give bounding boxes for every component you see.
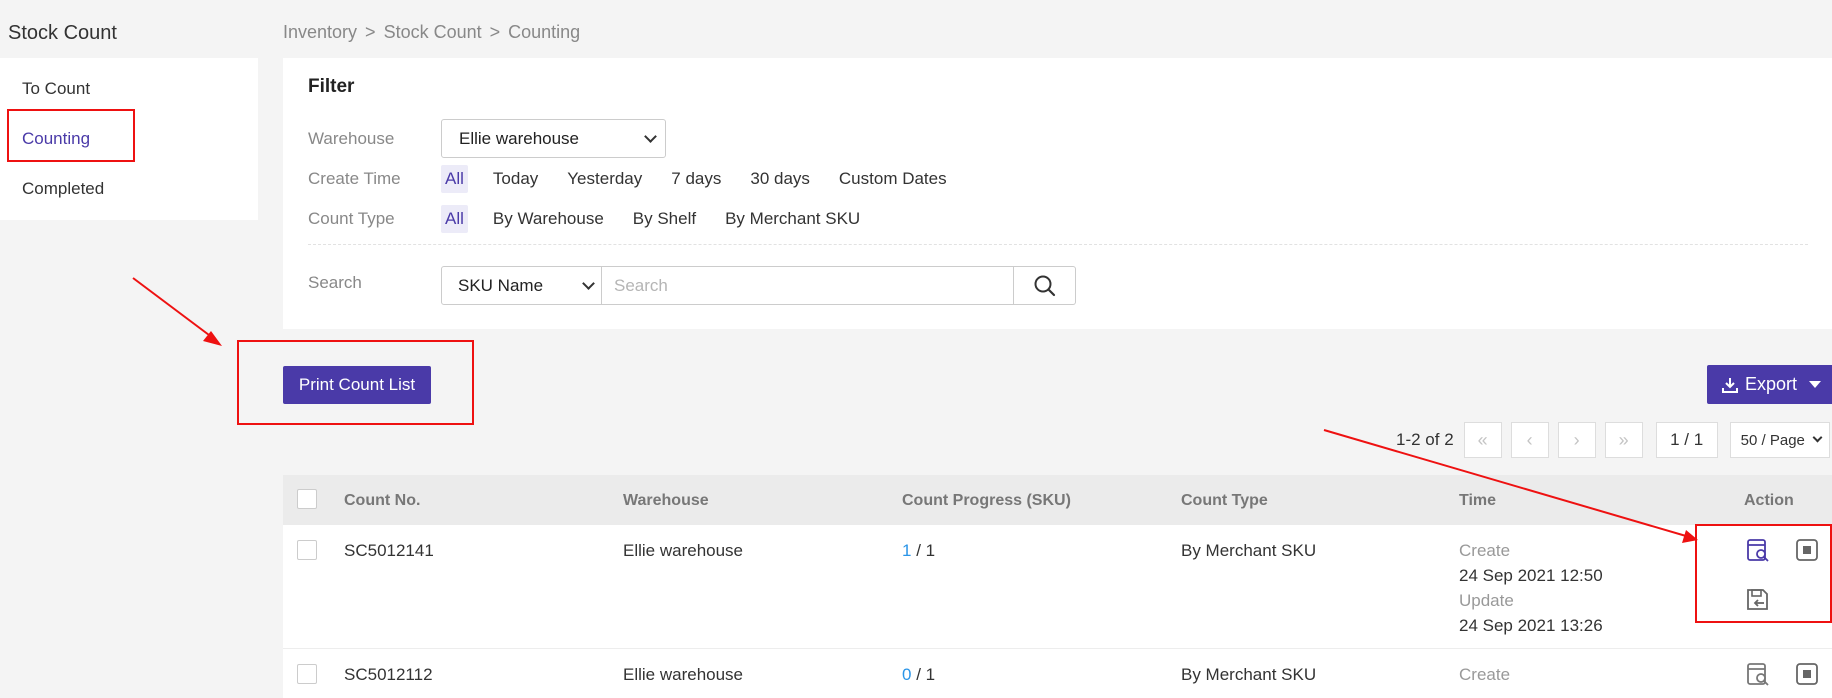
view-count-icon[interactable] [1745,661,1771,687]
count-no[interactable]: SC5012141 [344,541,434,561]
create-time-option-yesterday[interactable]: Yesterday [563,165,646,193]
search-row: Search SKU Name [308,266,1076,305]
create-time-row: Create Time All Today Yesterday 7 days 3… [308,165,972,193]
create-label: Create [1459,665,1511,684]
progress-total: / 1 [916,541,936,560]
annotation-box-print [237,340,474,425]
progress-counted: 1 [902,541,912,560]
export-button[interactable]: Export [1707,365,1832,404]
count-no[interactable]: SC5012112 [344,665,433,685]
table-row: SC5012141 Ellie warehouse 1 / 1 By Merch… [283,525,1832,649]
create-time-option-all[interactable]: All [441,165,468,193]
double-chevron-left-icon: « [1477,429,1488,450]
next-page-button[interactable]: › [1557,422,1596,458]
pagination-info: 1-2 of 2 [1396,430,1454,449]
column-warehouse: Warehouse [623,492,709,509]
progress-total: / 1 [916,665,936,684]
chevron-down-icon [1812,432,1823,443]
filter-divider [308,244,1808,245]
page-size-select[interactable]: 50 / Page [1729,422,1830,458]
breadcrumb-separator: > [489,22,501,42]
count-type-option-all[interactable]: All [441,205,468,233]
annotation-arrow-print [132,277,214,339]
warehouse-select[interactable]: Ellie warehouse [441,119,666,158]
row-checkbox[interactable] [297,540,317,560]
warehouse-row: Warehouse Ellie warehouse [308,119,666,158]
pagination: 1-2 of 2 « ‹ › » 1 / 1 50 / Page [1396,422,1830,458]
double-chevron-right-icon: » [1618,429,1629,450]
caret-down-icon [1809,381,1822,388]
warehouse-name: Ellie warehouse [623,665,744,684]
create-time-option-7-days[interactable]: 7 days [667,165,725,193]
chevron-left-icon: ‹ [1526,429,1533,450]
filter-panel: Filter Warehouse Ellie warehouse Create … [283,58,1832,329]
filter-title: Filter [308,76,355,97]
count-table: Count No. Warehouse Count Progress (SKU)… [283,475,1832,698]
breadcrumb-counting: Counting [508,22,581,42]
export-label: Export [1745,374,1798,394]
count-type-option-by-merchant-sku[interactable]: By Merchant SKU [721,205,864,233]
page-number-input[interactable]: 1 / 1 [1655,422,1718,458]
count-type-option-by-shelf[interactable]: By Shelf [629,205,700,233]
warehouse-select-value: Ellie warehouse [459,128,580,148]
breadcrumb-separator: > [365,22,376,42]
page-size-value: 50 / Page [1740,431,1805,449]
search-group: SKU Name [441,266,1076,305]
search-type-select[interactable]: SKU Name [441,266,602,305]
column-time: Time [1459,492,1497,509]
count-type-option-by-warehouse[interactable]: By Warehouse [489,205,608,233]
search-type-value: SKU Name [458,275,544,295]
annotation-box-counting [7,109,135,162]
first-page-button[interactable]: « [1463,422,1502,458]
search-button[interactable] [1014,266,1076,305]
chevron-down-icon [644,129,657,143]
breadcrumb-inventory[interactable]: Inventory [283,22,357,42]
create-time: 24 Sep 2021 12:50 [1459,566,1603,585]
select-all-checkbox[interactable] [297,489,317,509]
column-action: Action [1744,492,1794,509]
count-type-row: Count Type All By Warehouse By Shelf By … [308,205,885,233]
download-icon [1722,377,1738,393]
sidebar-item-to-count[interactable]: To Count [0,64,258,114]
column-count-progress: Count Progress (SKU) [902,492,1071,509]
update-label: Update [1459,591,1514,610]
warehouse-name: Ellie warehouse [623,541,744,560]
sidebar-title: Stock Count [0,0,258,58]
update-time: 24 Sep 2021 13:26 [1459,616,1603,635]
count-progress: 0 / 1 [902,665,935,685]
sidebar-item-completed[interactable]: Completed [0,164,258,214]
breadcrumb: Inventory > Stock Count > Counting [283,22,580,43]
count-type: By Merchant SKU [1181,541,1317,560]
arrowhead-icon [203,331,222,346]
create-time-option-custom-dates[interactable]: Custom Dates [835,165,951,193]
table-row: SC5012112 Ellie warehouse 0 / 1 By Merch… [283,649,1832,698]
column-count-no: Count No. [344,492,421,509]
prev-page-button[interactable]: ‹ [1510,422,1549,458]
chevron-right-icon: › [1573,429,1580,450]
column-count-type: Count Type [1181,492,1268,509]
create-time-label: Create Time [308,169,401,188]
count-progress: 1 / 1 [902,541,935,561]
count-type: By Merchant SKU [1181,665,1317,684]
count-type-label: Count Type [308,209,395,228]
create-time-option-today[interactable]: Today [489,165,542,193]
create-time-option-30-days[interactable]: 30 days [746,165,814,193]
search-label: Search [308,272,362,292]
table-header: Count No. Warehouse Count Progress (SKU)… [283,475,1832,525]
create-label: Create [1459,541,1511,560]
breadcrumb-stock-count[interactable]: Stock Count [384,22,482,42]
row-checkbox[interactable] [297,664,317,684]
search-icon [1034,275,1055,296]
annotation-box-actions [1695,524,1832,623]
stop-count-icon[interactable] [1794,661,1820,687]
progress-counted: 0 [902,665,912,684]
last-page-button[interactable]: » [1604,422,1643,458]
warehouse-label: Warehouse [308,128,395,148]
chevron-down-icon [582,276,595,290]
search-input[interactable] [602,266,1014,305]
